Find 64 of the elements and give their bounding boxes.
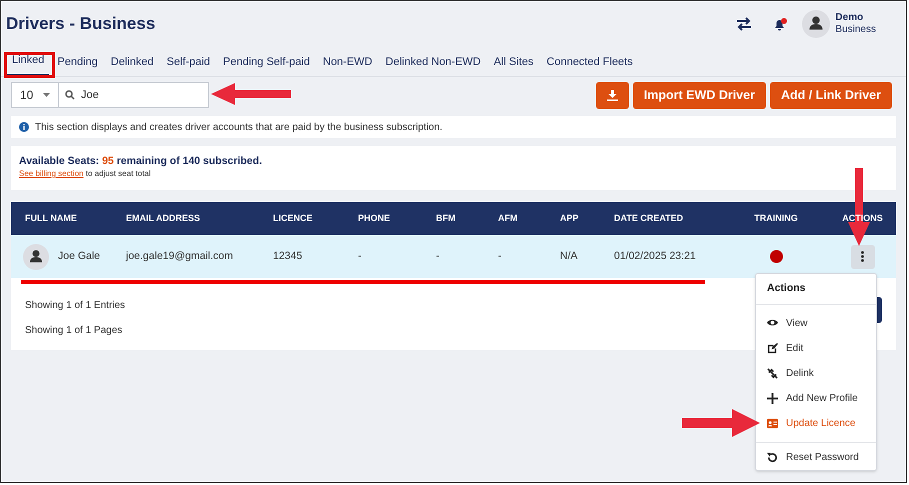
column-header: PHONE bbox=[358, 212, 392, 225]
download-button[interactable] bbox=[596, 82, 629, 108]
user-name: Demo bbox=[835, 12, 864, 24]
info-icon bbox=[19, 122, 29, 132]
column-header: EMAIL ADDRESS bbox=[126, 212, 202, 225]
column-header: BFM bbox=[436, 212, 456, 225]
edit-icon bbox=[767, 343, 778, 354]
info-text: This section displays and creates driver accounts that are paid by the business subscription. bbox=[35, 120, 442, 134]
tab[interactable]: All Sites bbox=[488, 54, 539, 76]
tab[interactable]: Connected Fleets bbox=[542, 54, 638, 76]
billing-link[interactable]: See billing section bbox=[19, 169, 84, 178]
pagination-info: Showing 1 of 1 Pages bbox=[25, 325, 124, 337]
id-card-icon bbox=[767, 418, 778, 429]
tab[interactable]: Pending Self-paid bbox=[218, 54, 315, 76]
search-icon bbox=[65, 90, 75, 100]
menu-item[interactable]: Delink bbox=[756, 361, 876, 386]
plus-icon bbox=[767, 393, 778, 404]
seats-summary: Available Seats: 95 remaining of 140 subscribed. bbox=[19, 154, 263, 168]
more-button[interactable] bbox=[850, 244, 874, 268]
table-cell-text: N/A bbox=[560, 248, 579, 264]
table-cell-text: 01/02/2025 23:21 bbox=[614, 248, 697, 264]
table-cell-text: - bbox=[358, 248, 362, 264]
table-row[interactable]: Joe Gale joe.gale19@gmail.com 12345 - - - N/A 01/02/2025 23:21 bbox=[11, 235, 896, 278]
user-role: Business bbox=[835, 24, 876, 36]
column-header: FULL NAME bbox=[24, 212, 78, 225]
caret-icon bbox=[43, 93, 50, 97]
pagination-info: Showing 1 of 1 Entries bbox=[25, 300, 126, 312]
kebab-icon bbox=[861, 251, 864, 262]
reset-icon bbox=[767, 452, 778, 463]
menu-item[interactable]: Edit bbox=[756, 336, 876, 361]
menu-item[interactable]: Update Licence bbox=[756, 411, 876, 436]
download-icon bbox=[606, 90, 618, 100]
menu-item[interactable]: View bbox=[756, 311, 876, 336]
table-cell-text: joe.gale19@gmail.com bbox=[126, 248, 234, 264]
bell-icon[interactable] bbox=[772, 16, 788, 32]
column-header: DATE CREATED bbox=[614, 212, 684, 225]
menu-item[interactable]: Add New Profile bbox=[756, 386, 876, 411]
table-cell-text: - bbox=[498, 248, 502, 264]
swap-icon[interactable] bbox=[736, 17, 752, 31]
search-field[interactable]: Joe bbox=[59, 82, 209, 108]
tab[interactable]: Delinked bbox=[106, 54, 159, 76]
page-size-select[interactable]: 10 bbox=[11, 82, 59, 108]
broken-link-icon bbox=[767, 368, 778, 379]
page-title: Drivers - Business bbox=[6, 13, 156, 36]
column-header: AFM bbox=[498, 212, 518, 225]
tab[interactable]: Pending bbox=[52, 54, 103, 76]
tab[interactable]: Self-paid bbox=[162, 54, 216, 76]
avatar-icon bbox=[23, 244, 49, 270]
tab[interactable]: Non-EWD bbox=[318, 54, 378, 76]
table-cell-text: - bbox=[436, 248, 440, 264]
column-header: LICENCE bbox=[273, 212, 314, 225]
seats-note: to adjust seat total bbox=[86, 169, 151, 178]
action-button[interactable]: Import EWD Driver bbox=[632, 82, 766, 108]
tab[interactable]: Linked bbox=[7, 52, 50, 76]
table-cell-text: 12345 bbox=[273, 248, 304, 264]
tab[interactable]: Delinked Non-EWD bbox=[380, 54, 486, 76]
highlight-frame bbox=[4, 52, 55, 78]
menu-title: Actions bbox=[756, 274, 876, 305]
table-cell-text: Joe Gale bbox=[58, 248, 100, 264]
action-button[interactable]: Add / Link Driver bbox=[770, 82, 892, 108]
column-header: APP bbox=[560, 212, 580, 225]
menu-item[interactable]: Reset Password bbox=[756, 445, 876, 470]
avatar-icon bbox=[802, 10, 830, 38]
column-header: TRAINING bbox=[753, 212, 799, 225]
